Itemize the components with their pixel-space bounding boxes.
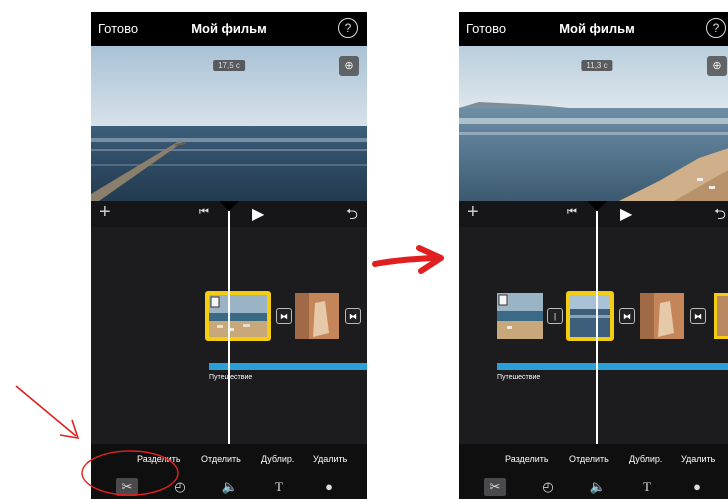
clip-duration-badge: 11,3 с — [581, 60, 613, 71]
transition-icon[interactable]: | — [547, 308, 563, 324]
top-bar: Готово Мой фильм ? — [459, 12, 728, 46]
add-media-icon[interactable]: + — [467, 201, 479, 224]
phone-screen-before: Готово Мой фильм ? 17,5 с ⊕ + ⏮ ▶ ⮌ ⧓ ⧓ … — [91, 12, 367, 499]
transition-icon[interactable]: ⧓ — [690, 308, 706, 324]
help-icon[interactable]: ? — [338, 18, 358, 38]
text-icon[interactable]: T — [636, 478, 658, 496]
clip-thumbnail — [717, 296, 728, 336]
selected-clip[interactable] — [566, 291, 614, 341]
clip-thumbnail — [209, 295, 267, 337]
transition-icon[interactable]: ⧓ — [619, 308, 635, 324]
duplicate-button[interactable]: Дублир. — [629, 454, 662, 464]
help-icon[interactable]: ? — [706, 18, 726, 38]
timeline-clip[interactable] — [640, 293, 684, 339]
playhead-marker — [219, 201, 239, 211]
phone-screen-after: Готово Мой фильм ? 11,3 с ⊕ + ⏮ ▶ ⮌ | ⧓ … — [459, 12, 728, 499]
delete-button[interactable]: Удалить — [681, 454, 715, 464]
transition-icon[interactable]: ⧓ — [276, 308, 292, 324]
volume-icon[interactable]: 🔈 — [587, 478, 609, 496]
audio-track[interactable] — [209, 363, 367, 370]
selected-clip[interactable] — [205, 291, 271, 341]
timeline-clip[interactable] — [714, 293, 728, 339]
playhead-line[interactable] — [228, 211, 230, 444]
delete-button[interactable]: Удалить — [313, 454, 347, 464]
playhead-line[interactable] — [596, 211, 598, 444]
play-icon[interactable]: ▶ — [620, 204, 632, 224]
split-button[interactable]: Разделить — [505, 454, 549, 464]
project-title: Мой фильм — [191, 21, 267, 36]
zoom-icon[interactable]: ⊕ — [339, 56, 359, 76]
transition-arrow-annotation — [372, 245, 444, 274]
audio-track-label: Путешествие — [209, 374, 253, 381]
add-media-icon[interactable]: + — [99, 201, 111, 224]
clip-thumbnail — [295, 293, 339, 339]
video-preview: 17,5 с ⊕ — [91, 46, 367, 201]
undo-icon[interactable]: ⮌ — [346, 204, 358, 229]
clip-thumbnail — [570, 295, 610, 337]
transition-icon[interactable]: ⧓ — [345, 308, 361, 324]
text-icon[interactable]: T — [268, 478, 290, 496]
rewind-icon[interactable]: ⏮ — [567, 206, 577, 219]
timeline-clip[interactable] — [295, 293, 339, 339]
detach-button[interactable]: Отделить — [569, 454, 609, 464]
audio-track[interactable] — [497, 363, 728, 370]
filters-icon[interactable]: ● — [318, 478, 340, 496]
detach-button[interactable]: Отделить — [201, 454, 241, 464]
hint-arrow-annotation — [15, 385, 80, 440]
volume-icon[interactable]: 🔈 — [219, 478, 241, 496]
clip-thumbnail — [497, 293, 543, 339]
duplicate-button[interactable]: Дублир. — [261, 454, 294, 464]
video-preview: 11,3 с ⊕ — [459, 46, 728, 201]
action-labels: Разделить Отделить Дублир. Удалить — [459, 454, 728, 468]
highlight-circle-annotation — [81, 450, 179, 496]
top-bar: Готово Мой фильм ? — [91, 12, 367, 46]
clip-thumbnail — [640, 293, 684, 339]
project-title: Мой фильм — [559, 21, 635, 36]
clip-duration-badge: 17,5 с — [213, 60, 245, 71]
speedometer-icon[interactable]: ◴ — [537, 478, 559, 496]
action-bar: Разделить Отделить Дублир. Удалить ✂ ◴ 🔈… — [459, 444, 728, 499]
filters-icon[interactable]: ● — [686, 478, 708, 496]
scissors-icon[interactable]: ✂ — [484, 478, 506, 496]
audio-track-label: Путешествие — [497, 374, 541, 381]
play-icon[interactable]: ▶ — [252, 204, 264, 224]
playhead-marker — [587, 201, 607, 211]
timeline-clip[interactable] — [497, 293, 543, 339]
zoom-icon[interactable]: ⊕ — [707, 56, 727, 76]
undo-icon[interactable]: ⮌ — [714, 204, 726, 229]
rewind-icon[interactable]: ⏮ — [199, 206, 209, 219]
